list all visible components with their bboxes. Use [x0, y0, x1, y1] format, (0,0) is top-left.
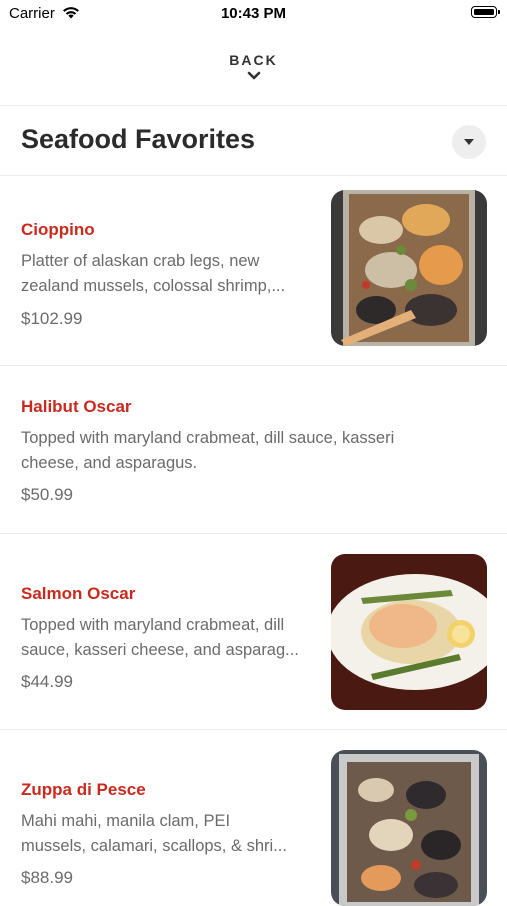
divider: [0, 105, 507, 106]
item-name: Cioppino: [21, 220, 95, 239]
menu-item[interactable]: Salmon Oscar Topped with maryland crabme…: [0, 534, 507, 729]
section-title: Seafood Favorites: [21, 124, 256, 154]
menu-item[interactable]: Halibut Oscar Topped with maryland crabm…: [0, 366, 507, 533]
item-photo: [331, 190, 487, 346]
item-name: Salmon Oscar: [21, 584, 136, 603]
item-description: Topped with maryland crabmeat, dill sauce…: [21, 616, 299, 659]
item-description: Platter of alaskan crab legs, new zealand…: [21, 252, 286, 295]
clock: 10:43 PM: [220, 5, 287, 22]
battery-icon: [471, 6, 500, 18]
item-price: $102.99: [21, 309, 83, 328]
section-dropdown-button[interactable]: [452, 125, 486, 159]
item-description: Mahi mahi, manila clam, PEI mussels, cala…: [21, 812, 287, 855]
back-label: BACK: [229, 52, 278, 68]
item-description: Topped with maryland crabmeat, dill sauc…: [21, 429, 395, 472]
chevron-down-icon: [247, 68, 261, 86]
item-price: $44.99: [21, 672, 73, 691]
item-price: $88.99: [21, 868, 73, 887]
item-photo: [331, 554, 487, 710]
menu-item[interactable]: Zuppa di Pesce Mahi mahi, manila clam, P…: [0, 730, 507, 906]
item-photo: [331, 750, 487, 906]
back-button[interactable]: BACK: [0, 50, 507, 92]
item-name: Halibut Oscar: [21, 397, 132, 416]
caret-down-icon: [464, 139, 474, 145]
item-price: $50.99: [21, 485, 73, 504]
status-bar: Carrier 10:43 PM: [0, 0, 507, 30]
item-name: Zuppa di Pesce: [21, 780, 146, 799]
menu-item[interactable]: Cioppino Platter of alaskan crab legs, n…: [0, 176, 507, 364]
